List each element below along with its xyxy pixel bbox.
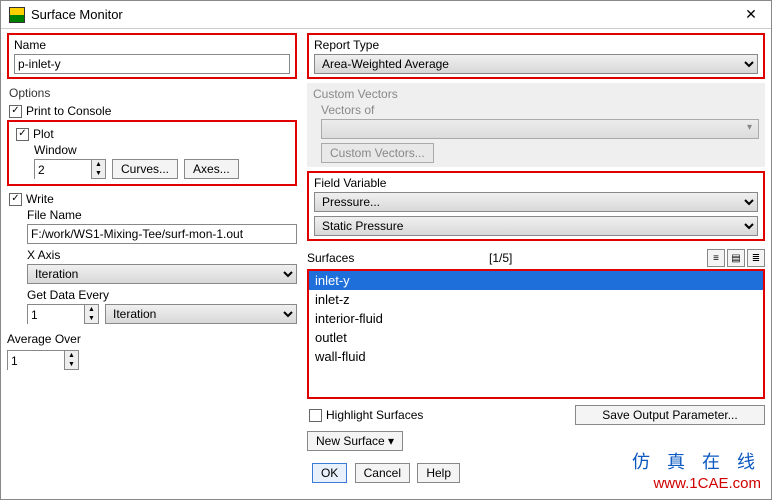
check-icon: ✓ bbox=[9, 105, 22, 118]
getdata-when-select[interactable]: Iteration bbox=[105, 304, 297, 324]
list-item[interactable]: inlet-y bbox=[309, 271, 763, 290]
surfaces-count: [1/5] bbox=[489, 251, 512, 265]
getdata-value[interactable] bbox=[28, 305, 84, 325]
avg-value[interactable] bbox=[8, 351, 64, 371]
deselect-icon[interactable]: ≣ bbox=[747, 249, 765, 267]
spin-down-icon[interactable]: ▼ bbox=[65, 360, 78, 369]
chevron-down-icon: ▾ bbox=[388, 434, 394, 448]
print-label: Print to Console bbox=[26, 104, 111, 118]
getdata-label: Get Data Every bbox=[27, 288, 297, 302]
spin-down-icon[interactable]: ▼ bbox=[92, 169, 105, 178]
select-all-icon[interactable]: ▤ bbox=[727, 249, 745, 267]
cancel-button[interactable]: Cancel bbox=[355, 463, 410, 483]
check-icon: ✓ bbox=[16, 128, 29, 141]
custom-vectors-group: Custom Vectors Vectors of Custom Vectors… bbox=[307, 83, 765, 167]
ok-button[interactable]: OK bbox=[312, 463, 347, 483]
avg-stepper[interactable]: ▲▼ bbox=[7, 350, 79, 370]
spin-up-icon[interactable]: ▲ bbox=[92, 160, 105, 169]
window-value[interactable] bbox=[35, 160, 91, 180]
window-title: Surface Monitor bbox=[31, 7, 739, 22]
fv-category-select[interactable]: Pressure... bbox=[314, 192, 758, 212]
filename-label: File Name bbox=[27, 208, 297, 222]
fv-label: Field Variable bbox=[314, 176, 758, 190]
check-icon: ✓ bbox=[9, 193, 22, 206]
name-input[interactable] bbox=[14, 54, 290, 74]
xaxis-label: X Axis bbox=[27, 248, 297, 262]
window-label: Window bbox=[34, 143, 290, 157]
highlight-checkbox[interactable]: Highlight Surfaces bbox=[309, 408, 423, 422]
report-type-label: Report Type bbox=[314, 38, 758, 52]
list-item[interactable]: outlet bbox=[309, 328, 763, 347]
window-stepper[interactable]: ▲▼ bbox=[34, 159, 106, 179]
spin-up-icon[interactable]: ▲ bbox=[65, 351, 78, 360]
cv-vectors-of-label: Vectors of bbox=[321, 103, 759, 117]
filename-input[interactable] bbox=[27, 224, 297, 244]
fv-value-select[interactable]: Static Pressure bbox=[314, 216, 758, 236]
spin-up-icon[interactable]: ▲ bbox=[85, 305, 98, 314]
field-variable-group: Field Variable Pressure... Static Pressu… bbox=[307, 171, 765, 241]
new-surface-button[interactable]: New Surface ▾ bbox=[307, 431, 403, 451]
write-checkbox[interactable]: ✓ Write bbox=[9, 192, 297, 206]
highlight-label: Highlight Surfaces bbox=[326, 408, 423, 422]
check-icon bbox=[309, 409, 322, 422]
help-button[interactable]: Help bbox=[417, 463, 460, 483]
curves-button[interactable]: Curves... bbox=[112, 159, 178, 179]
watermark-url: www.1CAE.com bbox=[632, 473, 761, 495]
plot-label: Plot bbox=[33, 127, 54, 141]
close-icon[interactable]: ✕ bbox=[739, 6, 763, 23]
name-group: Name bbox=[7, 33, 297, 79]
list-item[interactable]: interior-fluid bbox=[309, 309, 763, 328]
list-item[interactable]: wall-fluid bbox=[309, 347, 763, 366]
write-label: Write bbox=[26, 192, 54, 206]
options-label: Options bbox=[9, 86, 297, 100]
xaxis-select[interactable]: Iteration bbox=[27, 264, 297, 284]
report-type-group: Report Type Area-Weighted Average bbox=[307, 33, 765, 79]
surfaces-label: Surfaces bbox=[307, 251, 354, 265]
plot-group: ✓ Plot Window ▲▼ Curves... Axes... bbox=[7, 120, 297, 186]
custom-vectors-button: Custom Vectors... bbox=[321, 143, 434, 163]
cv-vectors-select bbox=[321, 119, 759, 139]
getdata-stepper[interactable]: ▲▼ bbox=[27, 304, 99, 324]
name-label: Name bbox=[14, 38, 290, 52]
watermark-text: 仿 真 在 线 bbox=[632, 451, 761, 473]
filter-icon[interactable]: ≡ bbox=[707, 249, 725, 267]
spin-down-icon[interactable]: ▼ bbox=[85, 314, 98, 323]
save-output-button[interactable]: Save Output Parameter... bbox=[575, 405, 765, 425]
plot-checkbox[interactable]: ✓ Plot bbox=[16, 127, 290, 141]
cv-label: Custom Vectors bbox=[313, 87, 759, 101]
axes-button[interactable]: Axes... bbox=[184, 159, 239, 179]
watermark: 仿 真 在 线 www.1CAE.com bbox=[632, 451, 761, 495]
app-icon bbox=[9, 7, 25, 23]
avg-label: Average Over bbox=[7, 332, 297, 346]
list-item[interactable]: inlet-z bbox=[309, 290, 763, 309]
print-to-console-checkbox[interactable]: ✓ Print to Console bbox=[9, 104, 297, 118]
report-type-select[interactable]: Area-Weighted Average bbox=[314, 54, 758, 74]
surfaces-listbox[interactable]: inlet-y inlet-z interior-fluid outlet wa… bbox=[307, 269, 765, 399]
